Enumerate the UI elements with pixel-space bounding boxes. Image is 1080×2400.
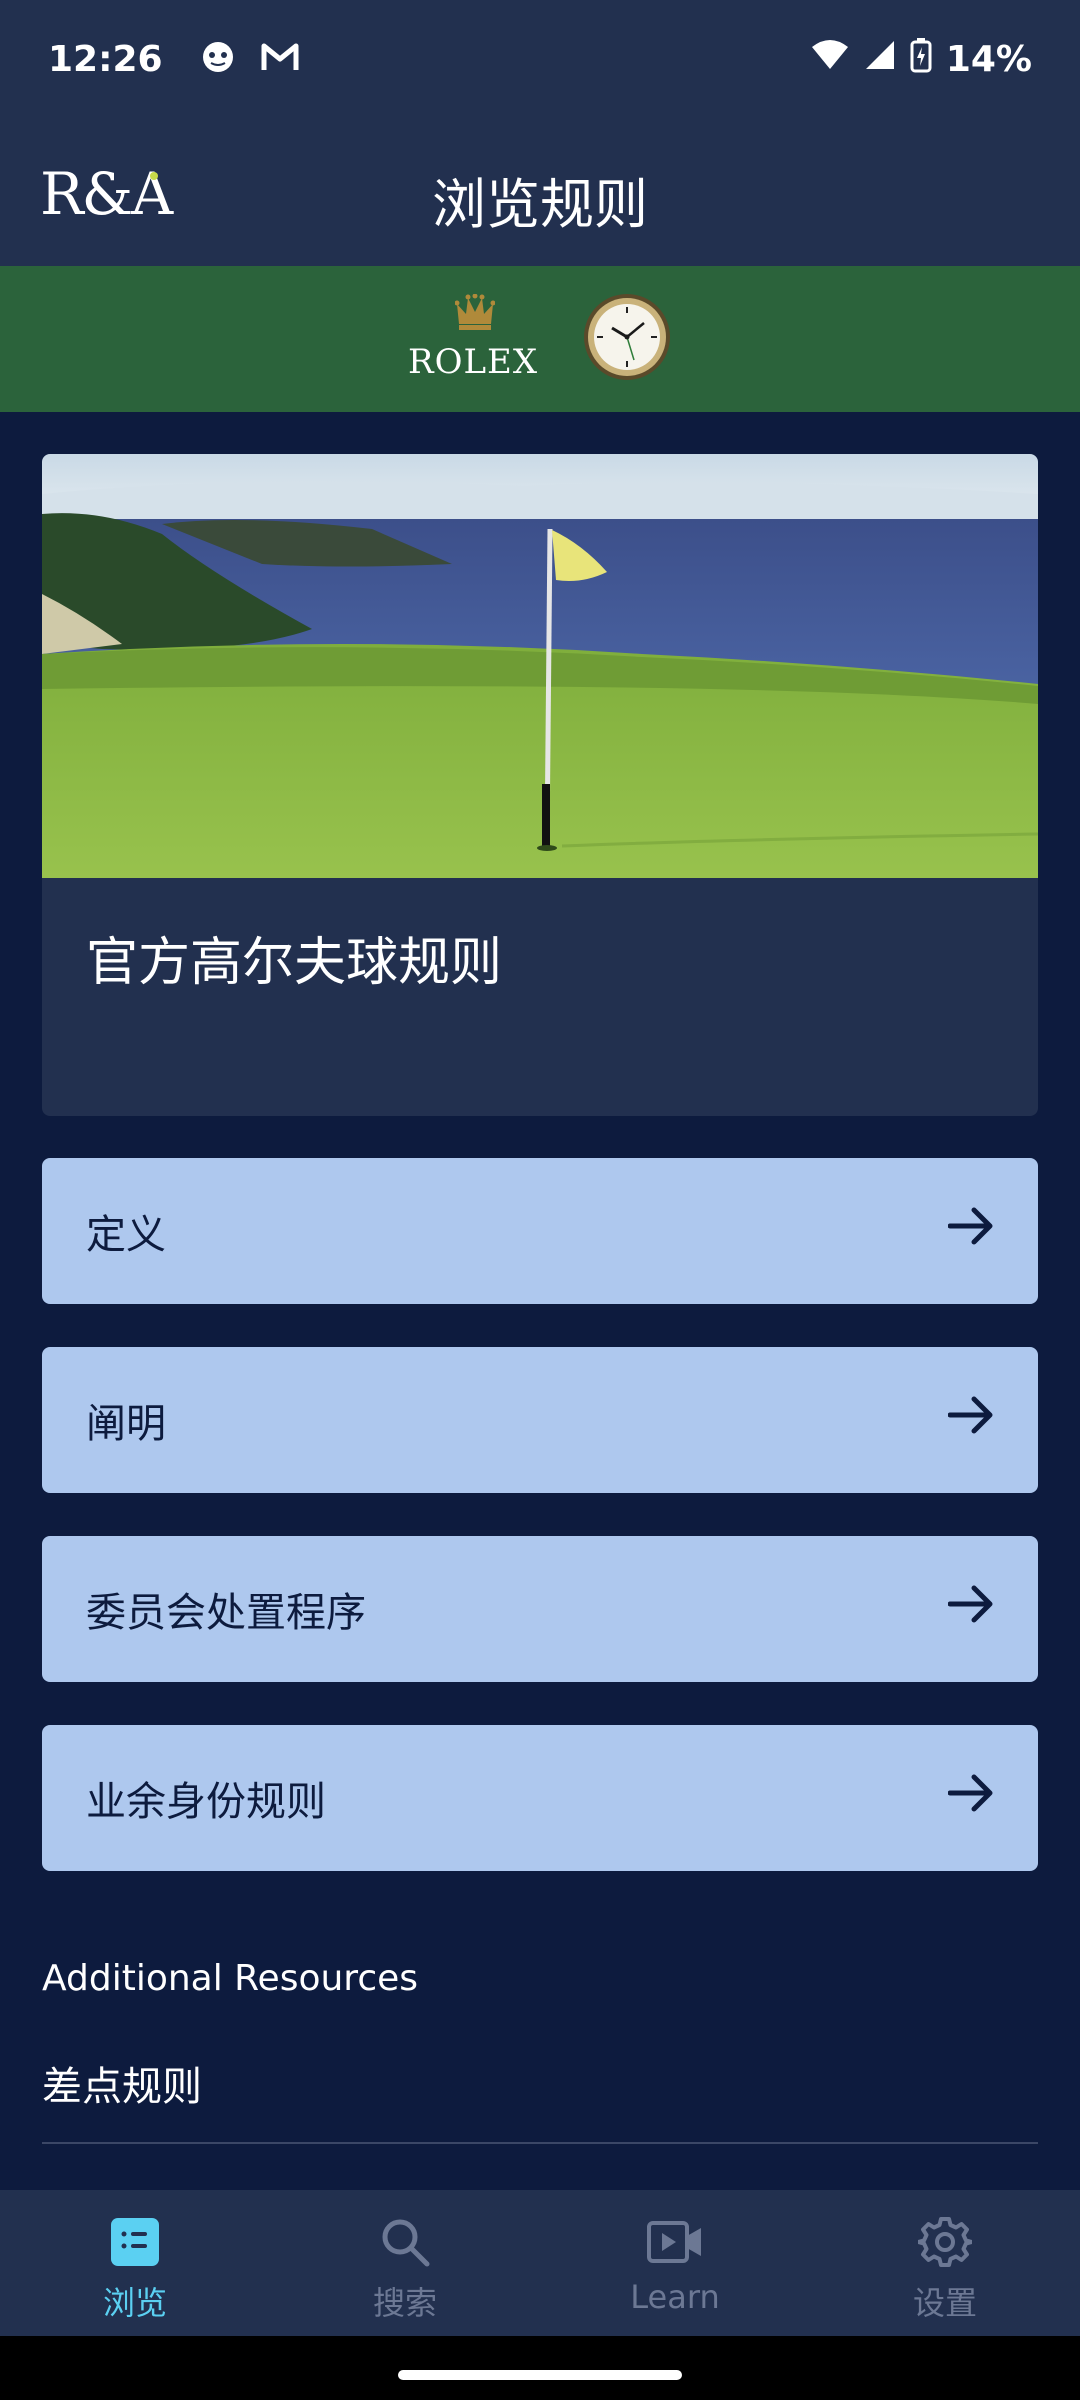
home-gesture-bar[interactable]: [398, 2370, 682, 2380]
rolex-crown-icon: [454, 293, 496, 338]
arrow-right-icon: [947, 1206, 994, 1256]
rolex-clock-icon: [582, 292, 672, 386]
battery-percent: 14%: [945, 38, 1032, 80]
rules-of-golf-title: 官方高尔夫球规则: [86, 933, 503, 993]
gear-icon: [918, 2214, 972, 2270]
nav-label: 浏览: [102, 2284, 167, 2322]
nav-tab-settings[interactable]: 设置: [810, 2190, 1080, 2336]
nav-tab-browse[interactable]: 浏览: [0, 2190, 270, 2336]
bottom-nav: 浏览 搜索 Learn 设置: [0, 2190, 1080, 2336]
clarifications-button[interactable]: 阐明: [42, 1347, 1038, 1493]
gmail-icon: [261, 42, 299, 76]
search-icon: [379, 2214, 431, 2270]
system-gesture-area: [0, 2336, 1080, 2400]
arrow-right-icon: [947, 1584, 994, 1634]
app-header: R&A 浏览规则: [0, 118, 1080, 266]
sponsor-banner[interactable]: ROLEX: [0, 266, 1080, 412]
rule-item-label: 委员会处置程序: [86, 1590, 366, 1636]
status-time: 12:26: [48, 38, 163, 80]
status-bar: 12:26 14%: [0, 0, 1080, 118]
status-notification-icons: [201, 40, 299, 78]
status-system-icons: 14%: [810, 37, 1032, 82]
rolex-wordmark: ROLEX: [408, 342, 539, 382]
nav-tab-learn[interactable]: Learn: [540, 2190, 810, 2336]
arrow-right-icon: [947, 1395, 994, 1445]
arrow-right-icon: [947, 1773, 994, 1823]
nav-label: Learn: [630, 2278, 720, 2316]
browse-list-icon: [109, 2214, 161, 2270]
page-title: 浏览规则: [432, 173, 648, 236]
rule-item-label: 定义: [86, 1212, 166, 1258]
definitions-button[interactable]: 定义: [42, 1158, 1038, 1304]
additional-resources-heading: Additional Resources: [42, 1958, 419, 1999]
nav-label: 搜索: [372, 2284, 437, 2322]
nav-label: 设置: [912, 2284, 977, 2322]
amateur-status-button[interactable]: 业余身份规则: [42, 1725, 1038, 1871]
video-icon: [646, 2214, 704, 2270]
golf-course-image: [42, 454, 1038, 878]
divider: [42, 2142, 1038, 2144]
handicap-rules-link[interactable]: 差点规则: [42, 2054, 202, 2112]
rule-item-label: 阐明: [86, 1401, 166, 1447]
wifi-icon: [810, 39, 850, 80]
committee-procedures-button[interactable]: 委员会处置程序: [42, 1536, 1038, 1682]
rule-item-label: 业余身份规则: [86, 1779, 326, 1825]
signal-icon: [864, 39, 896, 80]
battery-charging-icon: [910, 37, 932, 82]
nav-tab-search[interactable]: 搜索: [270, 2190, 540, 2336]
notification-face-icon: [201, 40, 235, 78]
rules-of-golf-card[interactable]: 官方高尔夫球规则: [42, 454, 1038, 1116]
